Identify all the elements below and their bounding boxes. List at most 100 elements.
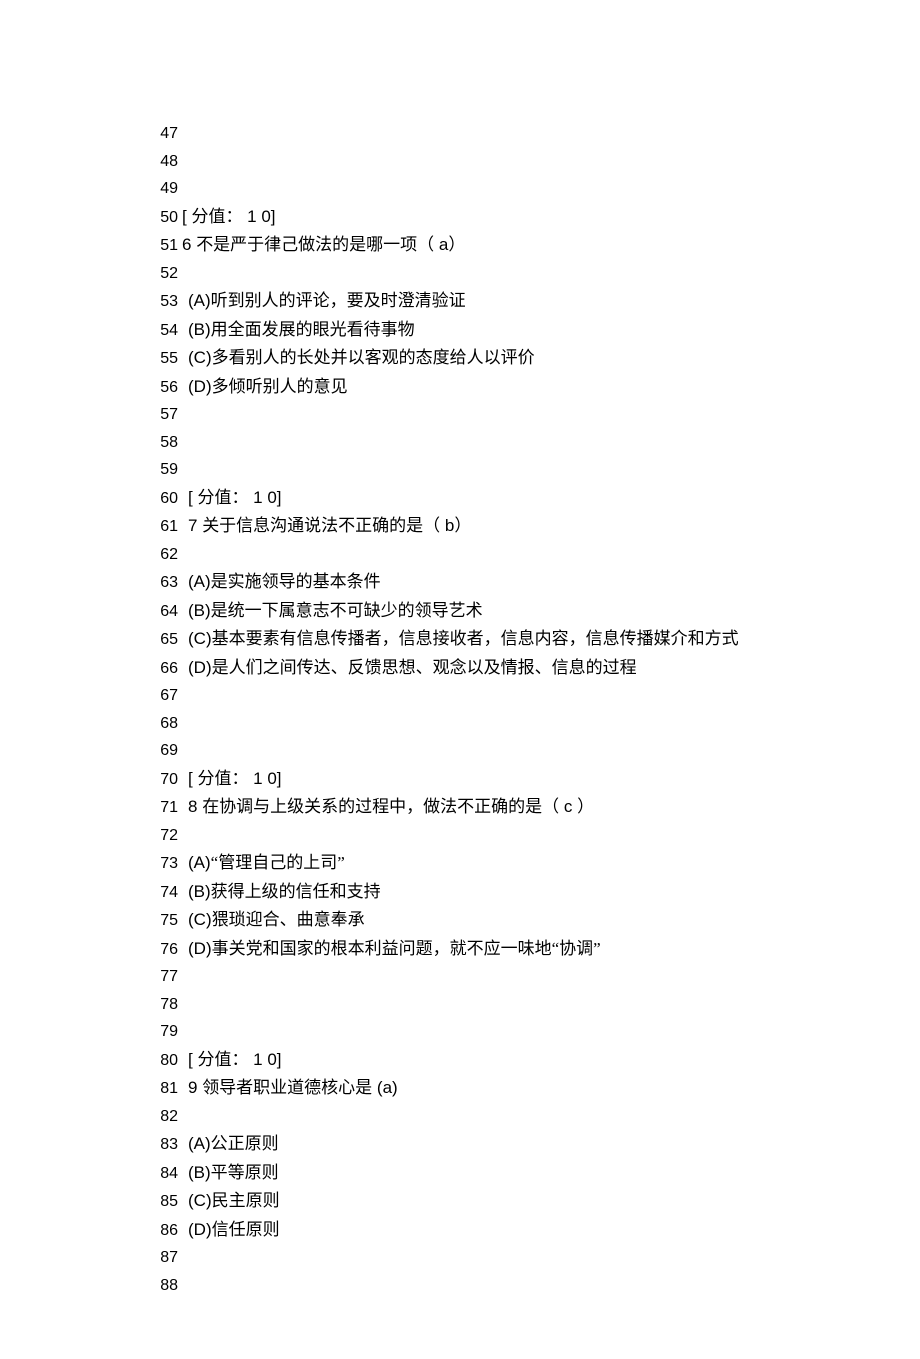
- line-number: 54: [150, 317, 178, 345]
- line: 58: [150, 429, 770, 457]
- line-number: 80: [150, 1047, 178, 1075]
- line-number: 68: [150, 710, 178, 738]
- line-text: (A)公正原则: [188, 1130, 770, 1158]
- line-number: 61: [150, 513, 178, 541]
- line-text: (D)是人们之间传达、反馈思想、观念以及情报、信息的过程: [188, 654, 770, 682]
- line-text: (A)“管理自己的上司”: [188, 849, 770, 877]
- line: 73 (A)“管理自己的上司”: [150, 849, 770, 878]
- line-text: [ 分值： 1 0]: [188, 484, 770, 512]
- line: 59: [150, 456, 770, 484]
- line-number: 86: [150, 1217, 178, 1245]
- line-number: 84: [150, 1160, 178, 1188]
- line: 53 (A)听到别人的评论，要及时澄清验证: [150, 287, 770, 316]
- line: 81 9 领导者职业道德核心是 (a): [150, 1074, 770, 1103]
- line-text: [ 分值： 1 0]: [188, 765, 770, 793]
- line-number: 77: [150, 963, 178, 991]
- line-number: 79: [150, 1018, 178, 1046]
- line: 74 (B)获得上级的信任和支持: [150, 878, 770, 907]
- line: 62: [150, 541, 770, 569]
- line-number: 50: [150, 204, 178, 232]
- line-number: 74: [150, 879, 178, 907]
- line-number: 71: [150, 794, 178, 822]
- line-number: 76: [150, 936, 178, 964]
- line-number: 82: [150, 1103, 178, 1131]
- line-text: (A)是实施领导的基本条件: [188, 568, 770, 596]
- line-text: (C)多看别人的长处并以客观的态度给人以评价: [188, 344, 770, 372]
- line-number: 48: [150, 148, 178, 176]
- line: 67: [150, 682, 770, 710]
- line: 86 (D)信任原则: [150, 1216, 770, 1245]
- line-text: (A)听到别人的评论，要及时澄清验证: [188, 287, 770, 315]
- line-number: 85: [150, 1188, 178, 1216]
- line: 70[ 分值： 1 0]: [150, 765, 770, 794]
- line: 52: [150, 260, 770, 288]
- line-text: (B)是统一下属意志不可缺少的领导艺术: [188, 597, 770, 625]
- line: 71 8 在协调与上级关系的过程中，做法不正确的是（ c ）: [150, 793, 770, 822]
- line-text: (B)用全面发展的眼光看待事物: [188, 316, 770, 344]
- line-text: 6 不是严于律己做法的是哪一项（ a）: [182, 231, 770, 259]
- line: 54 (B)用全面发展的眼光看待事物: [150, 316, 770, 345]
- line-number: 58: [150, 429, 178, 457]
- line-text: 8 在协调与上级关系的过程中，做法不正确的是（ c ）: [188, 793, 770, 821]
- line: 61 7 关于信息沟通说法不正确的是（ b）: [150, 512, 770, 541]
- line-number: 57: [150, 401, 178, 429]
- line: 82: [150, 1103, 770, 1131]
- line-text: (C)基本要素有信息传播者，信息接收者，信息内容，信息传播媒介和方式: [188, 625, 770, 653]
- line-text: (C)民主原则: [188, 1187, 770, 1215]
- line-text: (D)多倾听别人的意见: [188, 373, 770, 401]
- line: 48: [150, 148, 770, 176]
- line-text: (D)事关党和国家的根本利益问题，就不应一味地“协调”: [188, 935, 770, 963]
- line: 65 (C)基本要素有信息传播者，信息接收者，信息内容，信息传播媒介和方式: [150, 625, 770, 654]
- line: 72: [150, 822, 770, 850]
- line: 57: [150, 401, 770, 429]
- line-number: 66: [150, 655, 178, 683]
- line-number: 60: [150, 485, 178, 513]
- line: 68: [150, 710, 770, 738]
- line-number: 72: [150, 822, 178, 850]
- line: 56 (D)多倾听别人的意见: [150, 373, 770, 402]
- line-text: (D)信任原则: [188, 1216, 770, 1244]
- line: 55 (C)多看别人的长处并以客观的态度给人以评价: [150, 344, 770, 373]
- line-number: 51: [150, 232, 178, 260]
- line-number: 52: [150, 260, 178, 288]
- line: 69: [150, 737, 770, 765]
- line: 83 (A)公正原则: [150, 1130, 770, 1159]
- line: 76 (D)事关党和国家的根本利益问题，就不应一味地“协调”: [150, 935, 770, 964]
- line-number: 65: [150, 626, 178, 654]
- line-number: 88: [150, 1272, 178, 1300]
- line-number: 55: [150, 345, 178, 373]
- line-number: 75: [150, 907, 178, 935]
- line: 47: [150, 120, 770, 148]
- line: 88: [150, 1272, 770, 1300]
- line-number: 49: [150, 175, 178, 203]
- line: 84 (B)平等原则: [150, 1159, 770, 1188]
- line-number: 69: [150, 737, 178, 765]
- line-number: 87: [150, 1244, 178, 1272]
- line: 49: [150, 175, 770, 203]
- line-number: 81: [150, 1075, 178, 1103]
- line-number: 59: [150, 456, 178, 484]
- line-text: (B)获得上级的信任和支持: [188, 878, 770, 906]
- line-number: 62: [150, 541, 178, 569]
- document-body: 47484950[ 分值： 1 0]516 不是严于律己做法的是哪一项（ a）5…: [0, 0, 920, 1359]
- line-text: (C)猥琐迎合、曲意奉承: [188, 906, 770, 934]
- line: 63(A)是实施领导的基本条件: [150, 568, 770, 597]
- line-number: 56: [150, 374, 178, 402]
- line: 64 (B)是统一下属意志不可缺少的领导艺术: [150, 597, 770, 626]
- line: 77: [150, 963, 770, 991]
- line-number: 73: [150, 850, 178, 878]
- line-number: 83: [150, 1131, 178, 1159]
- line-text: (B)平等原则: [188, 1159, 770, 1187]
- line-number: 53: [150, 288, 178, 316]
- line: 87: [150, 1244, 770, 1272]
- line: 66 (D)是人们之间传达、反馈思想、观念以及情报、信息的过程: [150, 654, 770, 683]
- line: 80[ 分值： 1 0]: [150, 1046, 770, 1075]
- line-number: 67: [150, 682, 178, 710]
- line: 78: [150, 991, 770, 1019]
- line: 50[ 分值： 1 0]: [150, 203, 770, 232]
- line-text: 7 关于信息沟通说法不正确的是（ b）: [188, 512, 770, 540]
- line: 85 (C)民主原则: [150, 1187, 770, 1216]
- line-text: 9 领导者职业道德核心是 (a): [188, 1074, 770, 1102]
- line-number: 78: [150, 991, 178, 1019]
- line-number: 64: [150, 598, 178, 626]
